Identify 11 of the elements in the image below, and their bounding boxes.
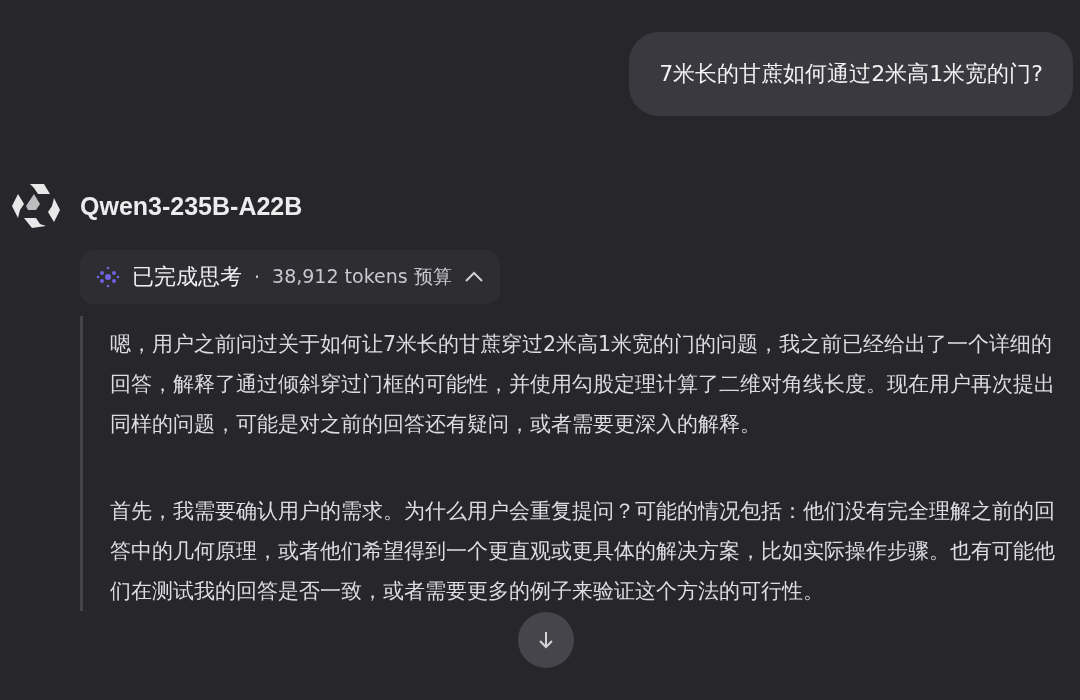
token-budget: 38,912 tokens 预算 xyxy=(272,264,452,289)
user-message: 7米长的甘蔗如何通过2米高1米宽的门? xyxy=(629,32,1073,116)
separator: · xyxy=(254,266,261,288)
thinking-status: 已完成思考 xyxy=(132,263,242,291)
dots-icon xyxy=(96,265,120,289)
arrow-down-icon xyxy=(536,630,556,650)
thinking-toggle[interactable]: 已完成思考 · 38,912 tokens 预算 xyxy=(80,250,500,304)
thinking-paragraph: 嗯，用户之前问过关于如何让7米长的甘蔗穿过2米高1米宽的门的问题，我之前已经给出了一个详细的回答，解释了通过倾斜穿过门框的可能性，并使用勾股定理计算了二维对角线长度。现在用户再次提出同样的问题，可能是对之前的回答还有疑问，或者需要更深入的解释。 xyxy=(110,331,1056,438)
thinking-paragraph: 首先，我需要确认用户的需求。为什么用户会重复提问？可能的情况包括：他们没有完全理解之前的回答中的几何原理，或者他们希望得到一个更直观或更具体的解决方案，比如实际操作步骤。也有可能他们在测试我的回答是否一致，或者需要更多的例子来验证这个方法的可行性。 xyxy=(110,498,1056,605)
scroll-down-button[interactable] xyxy=(518,612,574,668)
model-name: Qwen3-235B-A22B xyxy=(80,191,303,221)
